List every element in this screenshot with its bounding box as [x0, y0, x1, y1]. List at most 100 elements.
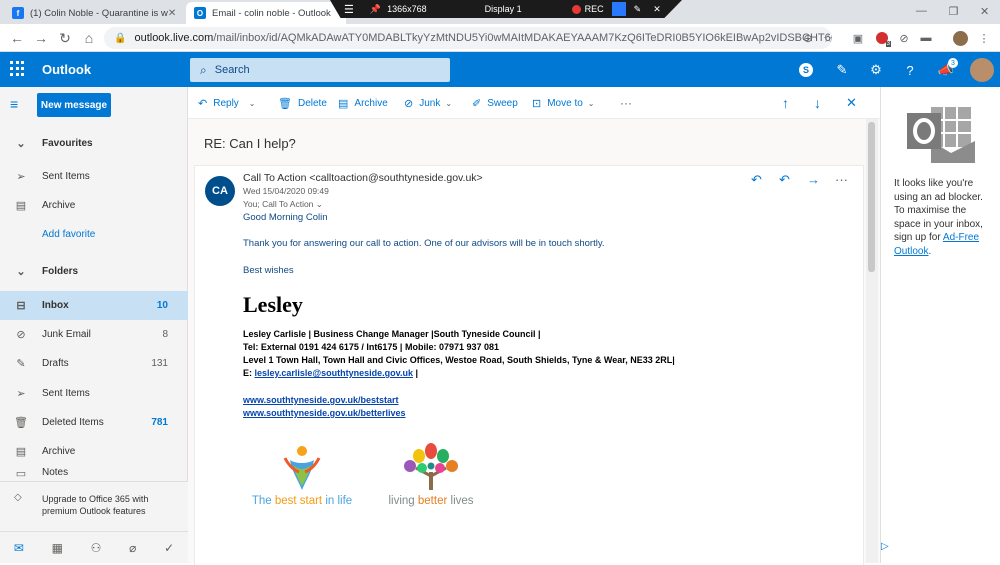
account-avatar[interactable]: [970, 58, 994, 82]
calendar-icon[interactable]: ▦: [52, 541, 63, 555]
attachment-icon[interactable]: ⌀: [129, 541, 136, 555]
folder-inbox[interactable]: ⊟ Inbox 10: [0, 291, 188, 320]
search-input[interactable]: ⌕ Search: [190, 58, 450, 82]
adchoices-icon[interactable]: ▷: [881, 541, 889, 552]
signature-email-link[interactable]: lesley.carlisle@southtyneside.gov.uk: [255, 368, 414, 378]
scrollbar-thumb[interactable]: [868, 122, 875, 272]
tree-icon: [404, 443, 458, 490]
home-icon[interactable]: ⌂: [80, 29, 98, 47]
favourites-header[interactable]: ⌄ Favourites: [0, 129, 188, 158]
pen-icon[interactable]: ✎: [634, 4, 642, 15]
whats-new-icon[interactable]: 📣 3: [936, 58, 958, 80]
menu-icon[interactable]: ☰: [344, 3, 354, 16]
bookmark-star-icon[interactable]: ☆: [820, 30, 836, 46]
chevron-down-icon: ⌄: [16, 266, 26, 278]
block-icon[interactable]: ⊘: [896, 30, 912, 46]
profile-avatar[interactable]: [952, 30, 968, 46]
maximize-icon[interactable]: ❐: [948, 5, 958, 18]
url-domain: outlook.live.com: [134, 32, 214, 44]
trash-icon: 🗑: [278, 97, 292, 110]
fav-item-sent[interactable]: ➢ Sent Items: [0, 162, 188, 191]
send-icon: ➢: [16, 388, 26, 400]
brand-title[interactable]: Outlook: [42, 62, 91, 77]
recorder-display[interactable]: Display 1: [485, 4, 522, 14]
command-bar: ↶ Reply ⌄ 🗑 Delete ▤ Archive ⊘ Junk ⌄ ✐ Sweep ⊡…: [188, 87, 880, 119]
mail-icon[interactable]: ✉: [14, 541, 24, 555]
nav-label: Junk Email: [42, 329, 91, 340]
tab-outlook[interactable]: O Email - colin noble - Outlook: [186, 2, 346, 24]
nav-label: Notes: [42, 467, 69, 478]
app-launcher-icon[interactable]: [10, 61, 26, 77]
betterlives-link[interactable]: www.southtyneside.gov.uk/betterlives: [243, 408, 406, 418]
previous-message-icon[interactable]: ↑: [782, 87, 789, 119]
cast-icon[interactable]: ▬: [918, 30, 934, 46]
zoom-icon[interactable]: ⊕: [800, 30, 816, 46]
my-day-icon[interactable]: ✎: [832, 60, 852, 80]
sender-avatar[interactable]: CA: [205, 176, 235, 206]
folder-drafts[interactable]: ✎ Drafts 131: [0, 349, 188, 378]
extension-icon[interactable]: ▣: [850, 30, 866, 46]
unread-count: 8: [162, 329, 168, 340]
screen-recorder-bar: ☰ 📌 1366x768 Display 1 REC ✎ ✕: [330, 0, 682, 18]
close-window-icon[interactable]: ✕: [980, 5, 989, 18]
rec-label[interactable]: REC: [585, 4, 604, 14]
delete-button[interactable]: 🗑 Delete: [278, 87, 327, 119]
todo-check-icon[interactable]: ✓: [164, 541, 174, 555]
best-start-figure-icon: [283, 446, 321, 490]
capture-icon[interactable]: [611, 2, 626, 16]
chevron-down-icon[interactable]: ⌄: [249, 99, 256, 108]
upgrade-banner[interactable]: ◇ Upgrade to Office 365 with premium Out…: [0, 481, 188, 531]
message-recipients[interactable]: You; Call To Action ⌄: [243, 199, 323, 210]
chevron-down-icon: ⌄: [16, 138, 26, 150]
move-to-button[interactable]: ⊡ Move to ⌄: [532, 87, 595, 119]
url-field[interactable]: 🔒 outlook.live.com/mail/inbox/id/AQMkADA…: [104, 27, 832, 49]
next-message-icon[interactable]: ↓: [814, 87, 821, 119]
forward-icon[interactable]: →: [807, 172, 820, 187]
folder-notes[interactable]: ▭ Notes: [0, 467, 188, 481]
best-start-logo[interactable]: The best start in life: [243, 444, 361, 507]
reply-button[interactable]: ↶ Reply ⌄: [198, 87, 256, 119]
message-card: CA Call To Action <calltoaction@southtyn…: [194, 165, 864, 565]
close-tab-icon[interactable]: ✕: [168, 8, 176, 19]
close-recorder-icon[interactable]: ✕: [653, 4, 661, 15]
minimize-icon[interactable]: —: [916, 5, 927, 17]
people-icon[interactable]: ⚇: [91, 541, 102, 555]
skype-icon[interactable]: S: [796, 60, 816, 80]
ad-blocker-message: It looks like you're using an ad blocker…: [894, 177, 994, 258]
archive-button[interactable]: ▤ Archive: [338, 87, 388, 119]
archive-icon: ▤: [15, 446, 27, 458]
nav-label: Sent Items: [42, 388, 90, 399]
more-actions-button[interactable]: ···: [620, 87, 632, 119]
chevron-down-icon: ⌄: [445, 98, 453, 108]
reload-icon[interactable]: ↻: [56, 29, 74, 47]
beststart-link[interactable]: www.southtyneside.gov.uk/beststart: [243, 395, 399, 405]
folder-archive[interactable]: ▤ Archive: [0, 437, 188, 466]
sender-name[interactable]: Call To Action <calltoaction@southtynesi…: [243, 172, 483, 184]
closing: Best wishes: [243, 265, 294, 276]
folders-header[interactable]: ⌄ Folders: [0, 257, 188, 286]
reply-icon[interactable]: ↶: [751, 172, 762, 188]
help-icon[interactable]: ?: [900, 60, 920, 80]
sweep-button[interactable]: ✐ Sweep: [472, 87, 518, 119]
reply-all-icon[interactable]: ↶: [779, 172, 790, 188]
folder-junk[interactable]: ⊘ Junk Email 8: [0, 320, 188, 349]
new-message-button[interactable]: New message: [37, 93, 111, 117]
forward-icon[interactable]: →: [32, 29, 50, 47]
extension-red-icon[interactable]: 3: [874, 30, 891, 47]
tab-facebook[interactable]: f (1) Colin Noble - Quarantine is w ✕: [4, 2, 184, 24]
hamburger-icon[interactable]: ≡: [10, 96, 18, 112]
greeting: Good Morning Colin: [243, 212, 328, 223]
better-lives-logo[interactable]: living better lives: [371, 442, 491, 507]
add-favorite-link[interactable]: Add favorite: [0, 220, 188, 249]
close-message-icon[interactable]: ✕: [846, 87, 857, 119]
folder-sent[interactable]: ➢ Sent Items: [0, 379, 188, 408]
folder-deleted[interactable]: 🗑 Deleted Items 781: [0, 408, 188, 437]
more-actions-icon[interactable]: ···: [835, 172, 848, 187]
settings-gear-icon[interactable]: ⚙: [866, 60, 886, 80]
signature-title: Lesley Carlisle | Business Change Manage…: [243, 329, 541, 339]
kebab-menu-icon[interactable]: ⋮: [976, 30, 992, 46]
back-icon[interactable]: ←: [8, 29, 26, 47]
pin-icon[interactable]: 📌: [370, 4, 381, 15]
junk-button[interactable]: ⊘ Junk ⌄: [404, 87, 452, 119]
fav-item-archive[interactable]: ▤ Archive: [0, 191, 188, 220]
